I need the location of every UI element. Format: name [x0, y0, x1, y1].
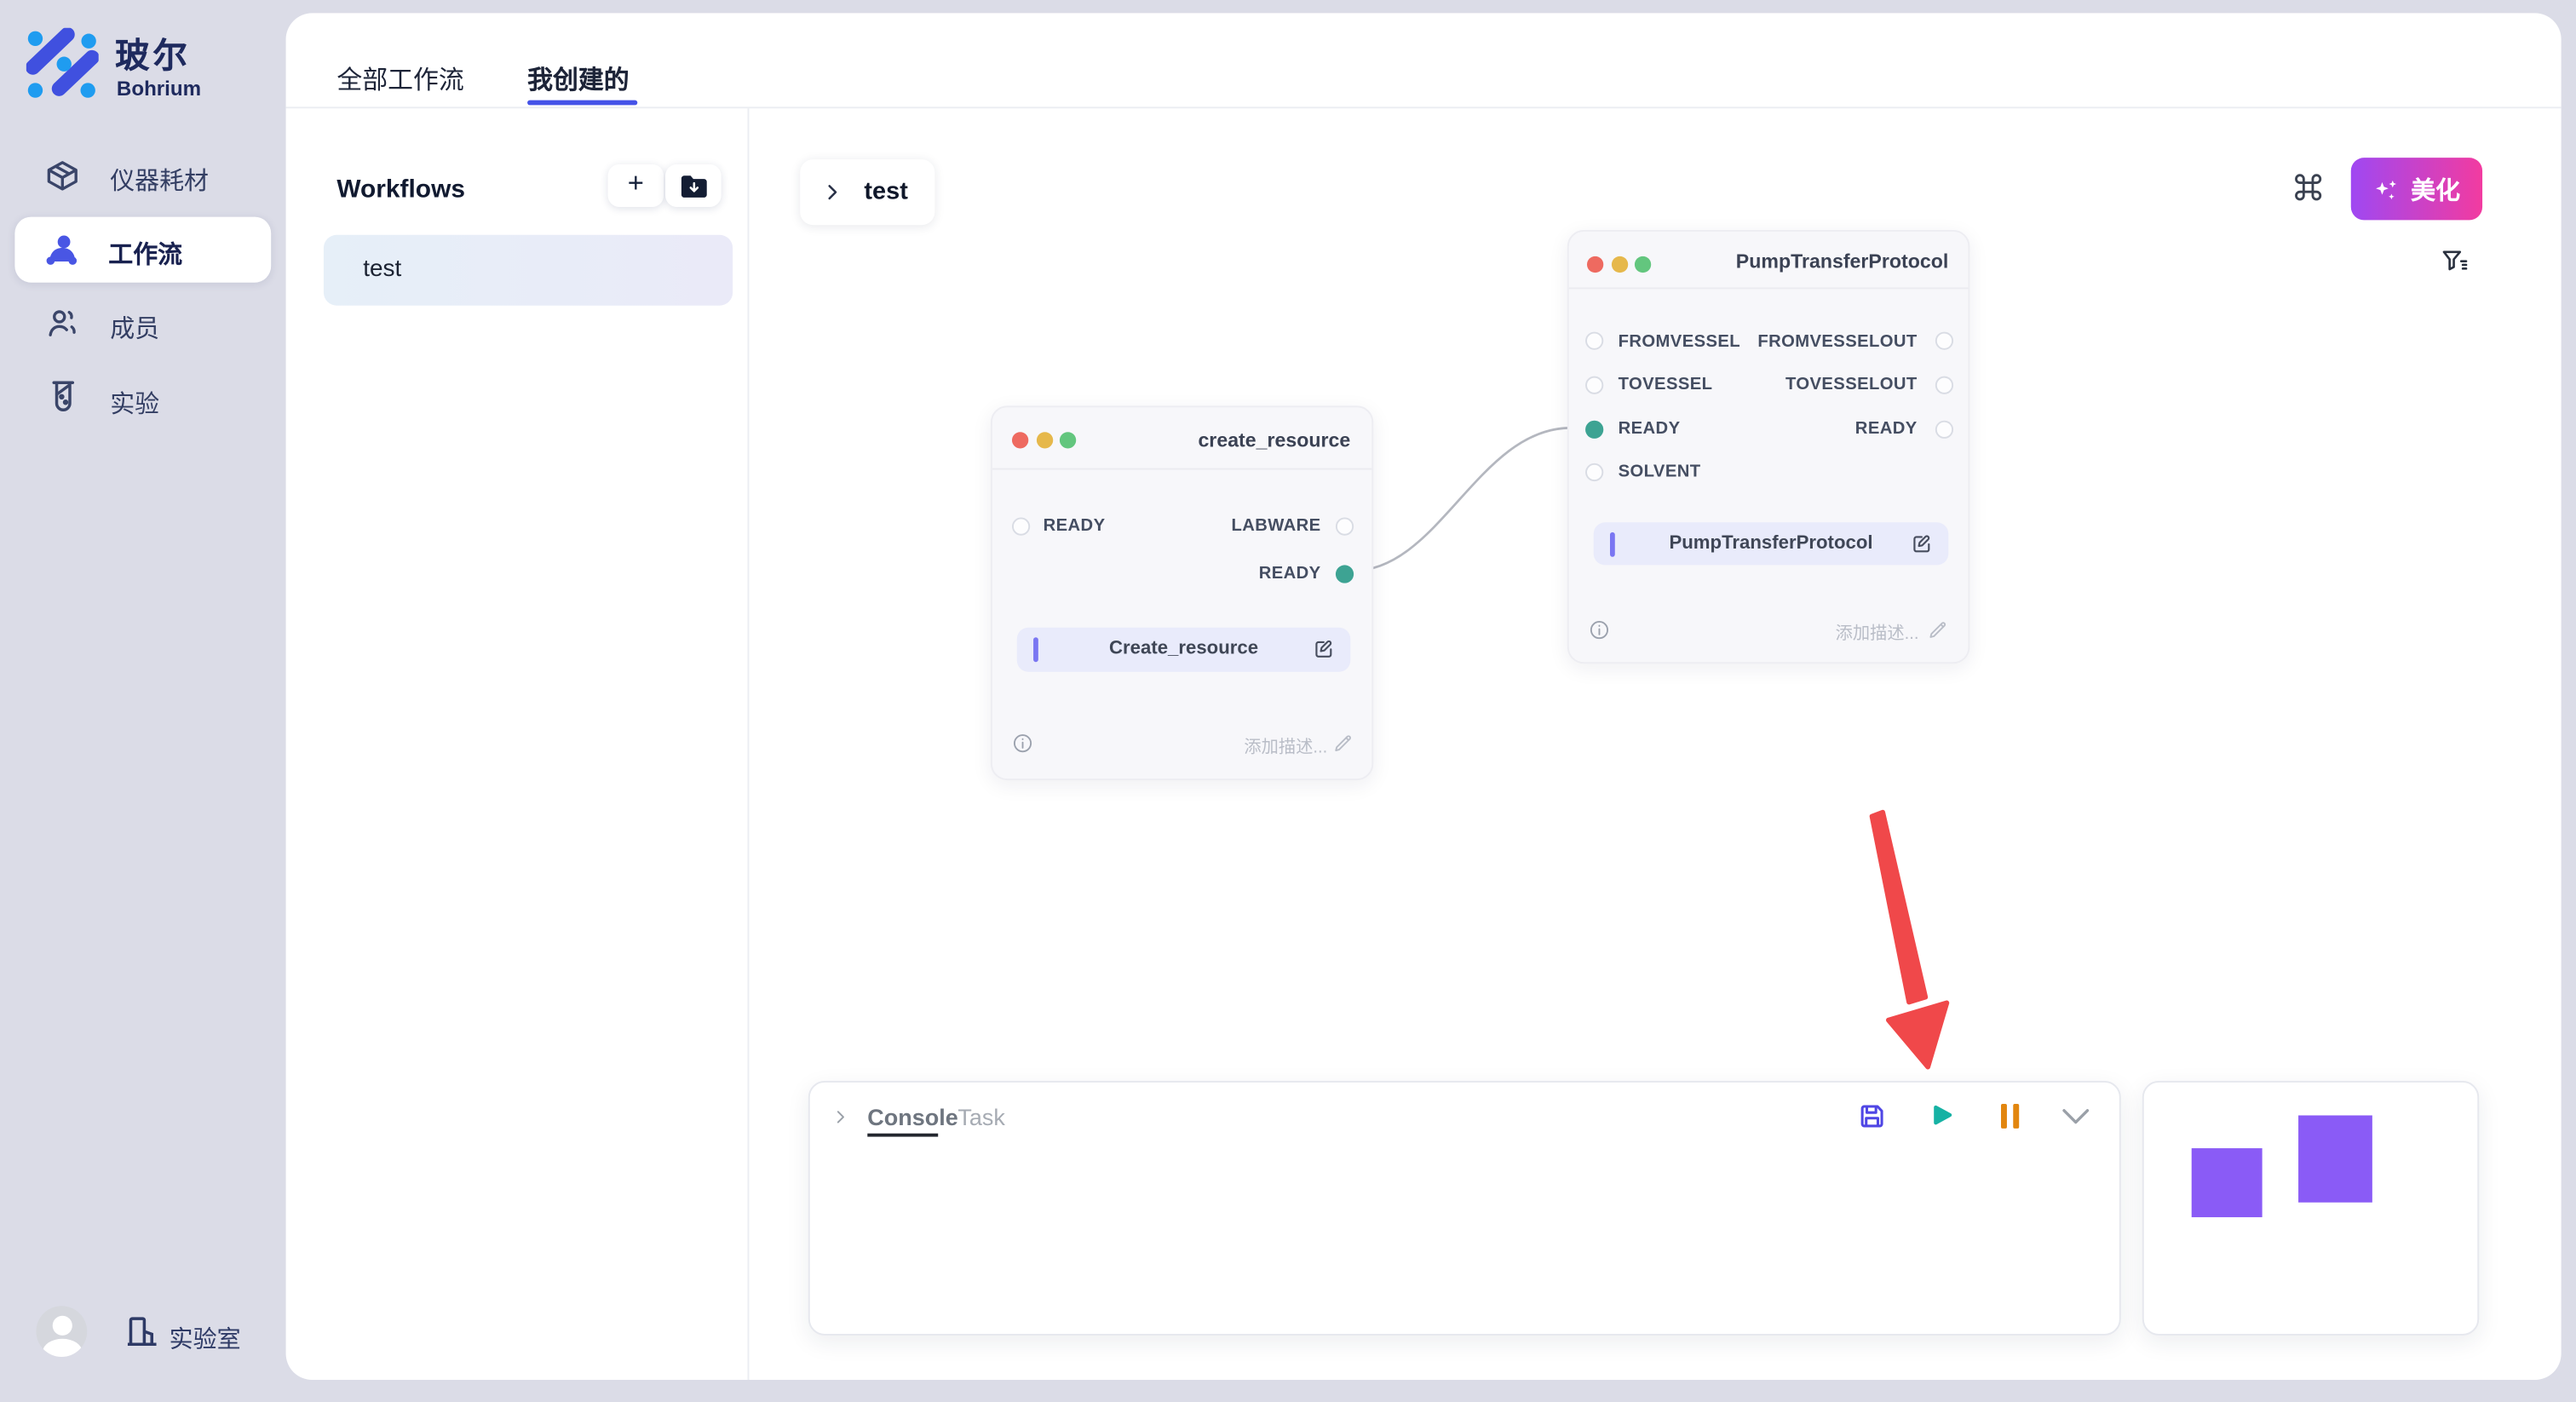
traffic-yellow-dot: [1036, 432, 1052, 448]
port-in-tovessel[interactable]: [1584, 376, 1602, 394]
package-icon: [44, 158, 80, 193]
sidebar-item-label: 工作流: [108, 237, 182, 271]
port-label: SOLVENT: [1619, 462, 1701, 481]
sidebar-item-label: 成员: [110, 310, 159, 344]
port-out-fromvesselout[interactable]: [1935, 332, 1952, 350]
members-icon: [44, 306, 80, 342]
port-label: READY: [1044, 516, 1106, 536]
tab-console[interactable]: Console: [867, 1104, 958, 1130]
port-in-ready[interactable]: [1584, 420, 1602, 438]
node-pump-transfer-protocol[interactable]: PumpTransferProtocol FROMVESSEL FROMVESS…: [1567, 230, 1969, 664]
port-label: TOVESSELOUT: [1785, 375, 1918, 394]
node-action-label: Create_resource: [1017, 639, 1350, 658]
traffic-red-dot: [1587, 256, 1603, 273]
user-avatar[interactable]: [36, 1306, 87, 1357]
info-icon[interactable]: [1012, 733, 1033, 754]
sidebar-item-label: 实验: [110, 386, 159, 420]
port-label: FROMVESSEL: [1619, 331, 1740, 351]
minimap-node: [2192, 1148, 2263, 1217]
tab-task[interactable]: Task: [957, 1104, 1005, 1130]
port-out-ready[interactable]: [1935, 420, 1952, 438]
building-icon: [124, 1313, 159, 1352]
workspace-label[interactable]: 实验室: [170, 1321, 241, 1356]
port-label: READY: [1259, 563, 1321, 583]
port-in-ready[interactable]: [1011, 517, 1029, 535]
minimap-node: [2298, 1115, 2372, 1202]
description-placeholder[interactable]: 添加描述...: [1836, 621, 1919, 646]
pencil-icon[interactable]: [1927, 619, 1948, 641]
port-out-ready[interactable]: [1336, 564, 1354, 582]
traffic-green-dot: [1060, 432, 1076, 448]
brand-name-en: Bohrium: [117, 78, 201, 101]
sidebar: 玻尔 Bohrium 仪器耗材 工作流: [0, 0, 286, 1401]
minimap[interactable]: [2142, 1081, 2479, 1336]
port-label: LABWARE: [1231, 516, 1320, 536]
port-label: READY: [1619, 419, 1681, 439]
edit-icon[interactable]: [1911, 531, 1934, 554]
port-label: READY: [1855, 419, 1918, 439]
description-placeholder[interactable]: 添加描述...: [1244, 734, 1327, 759]
node-action-label: PumpTransferProtocol: [1594, 533, 1949, 553]
port-out-labware[interactable]: [1336, 517, 1354, 535]
port-out-tovesselout[interactable]: [1935, 376, 1952, 394]
traffic-green-dot: [1635, 256, 1651, 273]
console-tab-underline: [867, 1134, 938, 1137]
traffic-yellow-dot: [1611, 256, 1627, 273]
port-label: FROMVESSELOUT: [1757, 331, 1917, 351]
test-tube-icon: [46, 378, 80, 417]
node-header: PumpTransferProtocol: [1569, 232, 1969, 289]
sidebar-item-label: 仪器耗材: [110, 163, 209, 197]
console-panel: Console Task: [808, 1081, 2121, 1336]
port-label: TOVESSEL: [1619, 375, 1713, 394]
port-in-fromvessel[interactable]: [1584, 332, 1602, 350]
chevron-down-icon[interactable]: [2060, 1107, 2091, 1127]
node-header: create_resource: [992, 407, 1371, 469]
workflow-icon: [43, 232, 80, 269]
save-icon[interactable]: [1856, 1100, 1888, 1132]
node-title: PumpTransferProtocol: [1736, 250, 1948, 273]
main-surface: 全部工作流 我创建的 Workflows + test test: [286, 13, 2562, 1380]
node-create-resource[interactable]: create_resource READY LABWARE READY Crea…: [991, 405, 1373, 780]
edit-icon[interactable]: [1313, 637, 1336, 660]
collapse-chevron-icon[interactable]: [831, 1107, 849, 1127]
play-icon[interactable]: [1925, 1100, 1957, 1132]
info-icon[interactable]: [1589, 619, 1610, 641]
brand-name-zh: 玻尔: [115, 30, 191, 79]
node-title: create_resource: [1198, 428, 1350, 451]
node-action-button[interactable]: Create_resource: [1017, 628, 1350, 672]
node-action-button[interactable]: PumpTransferProtocol: [1594, 522, 1949, 565]
bohrium-logo-icon: [26, 28, 99, 101]
pause-icon[interactable]: [1998, 1102, 2022, 1130]
port-in-solvent[interactable]: [1584, 463, 1602, 480]
app-root: 玻尔 Bohrium 仪器耗材 工作流: [0, 0, 2576, 1401]
traffic-red-dot: [1012, 432, 1028, 448]
pencil-icon[interactable]: [1332, 733, 1354, 754]
annotation-arrow: [1854, 802, 1986, 1081]
